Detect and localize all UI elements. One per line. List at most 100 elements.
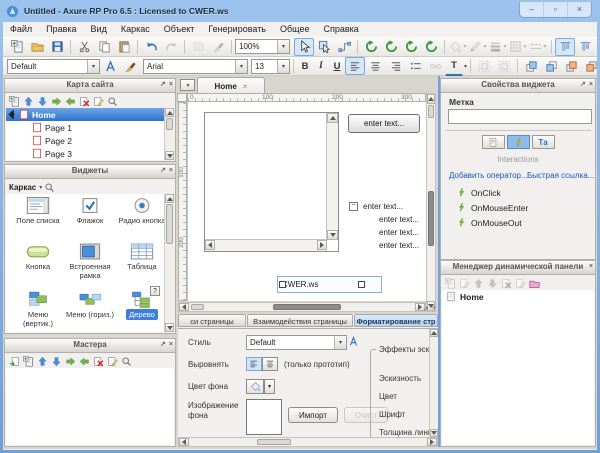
line-weight-button[interactable]: ▾ [488, 38, 508, 56]
align-middle-button[interactable] [575, 38, 595, 56]
bg-color-dropdown[interactable]: ▾ [264, 379, 275, 394]
close-panel-icon[interactable]: × [432, 305, 436, 313]
widgets-scrollbar[interactable] [164, 194, 174, 332]
minimize-button[interactable]: – [520, 2, 544, 17]
float-panel-icon[interactable]: ↗ [580, 79, 586, 91]
float-panel-icon[interactable]: ↗ [160, 79, 166, 91]
canvas-selected-label[interactable]: CWER.ws [277, 276, 382, 293]
align-right-button[interactable] [385, 57, 405, 75]
search-icon[interactable] [121, 356, 132, 367]
close-panel-icon[interactable]: × [589, 261, 593, 273]
canvas-hscrollbar[interactable] [178, 302, 426, 312]
float-panel-icon[interactable]: ↗ [160, 339, 166, 351]
tab-annotations[interactable] [482, 135, 505, 149]
italic-button[interactable]: I [313, 57, 329, 75]
menu-wireframe[interactable]: Каркас [114, 22, 157, 37]
open-button[interactable] [27, 38, 47, 56]
widget-menu-vertical[interactable]: Меню (вертик.) [12, 291, 64, 328]
align-center-button[interactable] [365, 57, 385, 75]
close-panel-icon[interactable]: × [169, 79, 173, 91]
resize-handle-left[interactable] [279, 281, 286, 288]
library-select[interactable]: Каркас [9, 183, 36, 192]
tree-collapse-icon[interactable]: − [349, 202, 358, 211]
generate-config-button[interactable] [421, 38, 441, 56]
send-backward-button[interactable] [541, 57, 561, 75]
widget-listbox[interactable]: Поле списка [12, 197, 64, 225]
menu-shared[interactable]: Общее [273, 22, 316, 37]
page-panel-hscrollbar[interactable] [178, 437, 438, 447]
indent-icon[interactable] [51, 96, 62, 107]
sitemap-item-page2[interactable]: Page 2 [6, 134, 165, 147]
add-master-icon[interactable] [9, 356, 20, 367]
canvas-button-widget[interactable]: enter text... [348, 114, 420, 133]
widget-help-button[interactable]: ? [150, 286, 160, 296]
generate-spec-button[interactable] [381, 38, 401, 56]
format-brush-button[interactable] [120, 57, 140, 75]
select-mode-button[interactable] [294, 38, 314, 56]
edit-page-icon[interactable] [93, 96, 104, 107]
tab-page-formatting[interactable]: Форматирование стр [354, 314, 438, 327]
group-button[interactable] [474, 57, 494, 75]
close-panel-icon[interactable]: × [169, 339, 173, 351]
menu-generate[interactable]: Генерировать [201, 22, 273, 37]
widget-table[interactable]: Таблица [116, 243, 165, 271]
move-up-icon[interactable] [37, 356, 48, 367]
redo-button[interactable] [161, 38, 181, 56]
tab-home[interactable]: Home × [197, 77, 265, 94]
expander-icon[interactable] [9, 110, 19, 120]
search-icon[interactable] [44, 182, 55, 193]
panel-state-folder-icon[interactable] [529, 278, 540, 289]
line-color-button[interactable]: ▾ [468, 38, 488, 56]
dash-style-button[interactable]: ▾ [528, 38, 548, 56]
edit-master-icon[interactable] [107, 356, 118, 367]
delete-master-icon[interactable] [93, 356, 104, 367]
tab-close-icon[interactable]: × [243, 82, 248, 91]
tab-page-interactions[interactable]: Взаимодействия страницы [247, 314, 353, 327]
format-painter-button[interactable] [208, 38, 228, 56]
widget-iframe[interactable]: Встроенная рамка [64, 243, 116, 280]
resize-handle-right[interactable] [358, 281, 365, 288]
menu-edit[interactable]: Правка [39, 22, 83, 37]
font-size-select[interactable]: 13 ▾ [251, 59, 290, 74]
menu-view[interactable]: Вид [84, 22, 114, 37]
move-down-icon[interactable] [37, 96, 48, 107]
edit-style-icon[interactable] [348, 336, 359, 347]
copy-button[interactable] [94, 38, 114, 56]
sitemap-item-page1[interactable]: Page 1 [6, 121, 165, 134]
rename-panel-icon[interactable] [515, 278, 526, 289]
add-panel-icon[interactable] [445, 278, 456, 289]
canvas-listbox-widget[interactable] [204, 112, 339, 252]
sitemap-item-home[interactable]: Home [6, 108, 165, 121]
fill-color-button[interactable]: ▾ [448, 38, 468, 56]
search-icon[interactable] [107, 96, 118, 107]
underline-button[interactable]: U [329, 57, 345, 75]
border-style-button[interactable]: ▾ [508, 38, 528, 56]
delete-page-icon[interactable] [79, 96, 90, 107]
masters-list[interactable] [6, 368, 174, 445]
delete-panel-icon[interactable] [501, 278, 512, 289]
outdent-icon[interactable] [79, 356, 90, 367]
align-bottom-button[interactable] [595, 38, 600, 56]
canvas-vscrollbar[interactable] [426, 93, 436, 312]
close-button[interactable]: × [568, 2, 591, 17]
outdent-icon[interactable] [65, 96, 76, 107]
sitemap-item-page3[interactable]: Page 3 [6, 147, 165, 160]
close-panel-icon[interactable]: × [589, 79, 593, 91]
move-up-icon[interactable] [23, 96, 34, 107]
tab-list-button[interactable]: ▾ [180, 79, 195, 91]
bullet-list-button[interactable] [405, 57, 425, 75]
cut-button[interactable] [74, 38, 94, 56]
tab-page-notes[interactable]: си страницы [178, 314, 246, 327]
widget-label-input[interactable] [448, 109, 592, 124]
menu-object[interactable]: Объект [157, 22, 202, 37]
new-page-button[interactable] [7, 38, 27, 56]
float-panel-icon[interactable]: ↗ [160, 165, 166, 177]
new-master-icon[interactable] [23, 356, 34, 367]
undo-button[interactable] [141, 38, 161, 56]
bring-front-button[interactable] [561, 57, 581, 75]
bring-forward-button[interactable] [521, 57, 541, 75]
page-panel-vscrollbar[interactable] [429, 329, 438, 437]
bg-color-button[interactable] [246, 379, 264, 394]
align-top-button[interactable] [555, 38, 575, 56]
add-page-icon[interactable] [9, 96, 20, 107]
